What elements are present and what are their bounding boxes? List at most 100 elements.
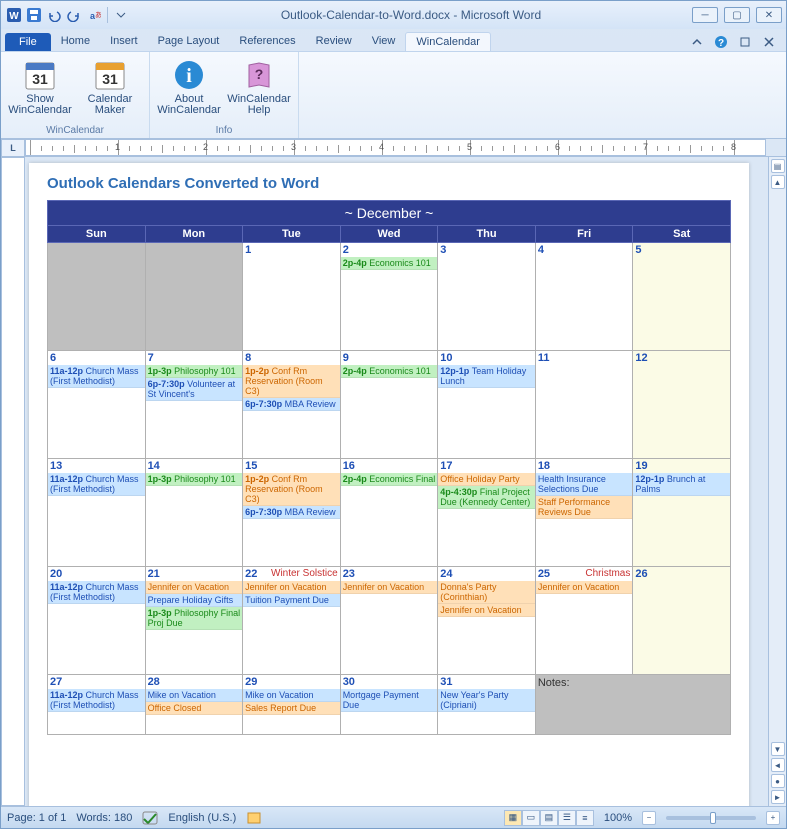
tab-home[interactable]: Home: [51, 32, 100, 51]
scroll-down-icon[interactable]: ▼: [771, 742, 785, 756]
browse-object-icon[interactable]: ●: [771, 774, 785, 788]
zoom-slider[interactable]: [666, 816, 756, 820]
calendar-cell[interactable]: [48, 243, 146, 351]
calendar-event[interactable]: Tuition Payment Due: [243, 594, 340, 607]
calendar-event[interactable]: Prepare Holiday Gifts: [146, 594, 243, 607]
calendar-event[interactable]: 11a-12p Church Mass (First Methodist): [48, 689, 145, 712]
calendar-event[interactable]: Donna's Party (Corinthian): [438, 581, 535, 604]
zoom-level[interactable]: 100%: [604, 812, 632, 824]
horizontal-ruler[interactable]: 12345678: [25, 139, 766, 156]
calendar-cell[interactable]: 21Jennifer on VacationPrepare Holiday Gi…: [145, 567, 243, 675]
calendar-event[interactable]: New Year's Party (Cipriani): [438, 689, 535, 712]
web-layout-view[interactable]: ▤: [540, 810, 558, 826]
close-button[interactable]: ✕: [756, 7, 782, 23]
calendar-cell[interactable]: 11: [535, 351, 633, 459]
calendar-event[interactable]: Jennifer on Vacation: [438, 604, 535, 617]
calendar-event[interactable]: 2p-4p Economics 101: [341, 257, 438, 270]
about-wincalendar-button[interactable]: i AboutWinCalendar: [158, 56, 220, 124]
proofing-icon[interactable]: [142, 811, 158, 825]
zoom-out-icon[interactable]: −: [642, 811, 656, 825]
calendar-event[interactable]: Mike on Vacation: [146, 689, 243, 702]
tab-review[interactable]: Review: [306, 32, 362, 51]
scroll-up-icon[interactable]: ▲: [771, 175, 785, 189]
redo-icon[interactable]: [65, 6, 83, 24]
tab-selector[interactable]: L: [1, 139, 25, 157]
calendar-event[interactable]: Jennifer on Vacation: [243, 581, 340, 594]
calendar-event[interactable]: 11a-12p Church Mass (First Methodist): [48, 473, 145, 496]
tab-references[interactable]: References: [229, 32, 305, 51]
outline-view[interactable]: ☰: [558, 810, 576, 826]
calendar-event[interactable]: 1p-2p Conf Rm Reservation (Room C3): [243, 473, 340, 506]
calendar-cell[interactable]: 611a-12p Church Mass (First Methodist): [48, 351, 146, 459]
calendar-cell[interactable]: 4: [535, 243, 633, 351]
language-icon[interactable]: aあ: [85, 6, 103, 24]
calendar-event[interactable]: 6p-7:30p MBA Review: [243, 506, 340, 519]
calendar-cell[interactable]: 81p-2p Conf Rm Reservation (Room C3)6p-7…: [243, 351, 341, 459]
calendar-event[interactable]: Jennifer on Vacation: [536, 581, 633, 594]
calendar-cell[interactable]: 71p-3p Philosophy 1016p-7:30p Volunteer …: [145, 351, 243, 459]
calendar-event[interactable]: Staff Performance Reviews Due: [536, 496, 633, 519]
calendar-cell[interactable]: 5: [633, 243, 731, 351]
calendar-cell[interactable]: 2711a-12p Church Mass (First Methodist): [48, 675, 146, 735]
show-wincalendar-button[interactable]: 31 ShowWinCalendar: [9, 56, 71, 124]
vertical-scrollbar[interactable]: ▤ ▲ ▼ ◄ ● ►: [768, 157, 786, 806]
file-tab[interactable]: File: [5, 33, 51, 51]
tab-insert[interactable]: Insert: [100, 32, 148, 51]
wincalendar-help-button[interactable]: ? WinCalendarHelp: [228, 56, 290, 124]
calendar-cell[interactable]: [145, 243, 243, 351]
calendar-cell[interactable]: 28Mike on VacationOffice Closed: [145, 675, 243, 735]
calendar-cell[interactable]: 1912p-1p Brunch at Palms: [633, 459, 731, 567]
calendar-cell[interactable]: 141p-3p Philosophy 101: [145, 459, 243, 567]
word-count[interactable]: Words: 180: [76, 812, 132, 824]
calendar-cell[interactable]: 22Winter SolsticeJennifer on VacationTui…: [243, 567, 341, 675]
calendar-event[interactable]: 1p-2p Conf Rm Reservation (Room C3): [243, 365, 340, 398]
calendar-cell[interactable]: 29Mike on VacationSales Report Due: [243, 675, 341, 735]
calendar-event[interactable]: 1p-3p Philosophy Final Proj Due: [146, 607, 243, 630]
maximize-button[interactable]: ▢: [724, 7, 750, 23]
tab-wincalendar[interactable]: WinCalendar: [405, 32, 491, 51]
insert-mode-icon[interactable]: [246, 811, 262, 825]
draft-view[interactable]: ≡: [576, 810, 594, 826]
calendar-event[interactable]: 2p-4p Economics 101: [341, 365, 438, 378]
tab-view[interactable]: View: [362, 32, 406, 51]
word-icon[interactable]: W: [5, 6, 23, 24]
calendar-cell[interactable]: 31New Year's Party (Cipriani): [438, 675, 536, 735]
calendar-cell[interactable]: 1: [243, 243, 341, 351]
calendar-event[interactable]: 2p-4p Economics Final: [341, 473, 438, 486]
calendar-event[interactable]: Jennifer on Vacation: [146, 581, 243, 594]
calendar-event[interactable]: Mortgage Payment Due: [341, 689, 438, 712]
document-page[interactable]: Outlook Calendars Converted to Word ~ De…: [29, 163, 749, 806]
notes-cell[interactable]: Notes:: [535, 675, 730, 735]
calendar-event[interactable]: 6p-7:30p MBA Review: [243, 398, 340, 411]
calendar-event[interactable]: Jennifer on Vacation: [341, 581, 438, 594]
calendar-cell[interactable]: 18Health Insurance Selections DueStaff P…: [535, 459, 633, 567]
calendar-cell[interactable]: 162p-4p Economics Final: [340, 459, 438, 567]
page-status[interactable]: Page: 1 of 1: [7, 812, 66, 824]
save-icon[interactable]: [25, 6, 43, 24]
calendar-maker-button[interactable]: 31 CalendarMaker: [79, 56, 141, 124]
ribbon-close-icon[interactable]: [760, 33, 778, 51]
calendar-event[interactable]: 11a-12p Church Mass (First Methodist): [48, 581, 145, 604]
calendar-cell[interactable]: 1012p-1p Team Holiday Lunch: [438, 351, 536, 459]
calendar-cell[interactable]: 22p-4p Economics 101: [340, 243, 438, 351]
calendar-cell[interactable]: 30Mortgage Payment Due: [340, 675, 438, 735]
calendar-event[interactable]: Mike on Vacation: [243, 689, 340, 702]
qat-customize-icon[interactable]: [112, 6, 130, 24]
calendar-event[interactable]: 1p-3p Philosophy 101: [146, 365, 243, 378]
help-icon[interactable]: ?: [712, 33, 730, 51]
ribbon-restore-icon[interactable]: [736, 33, 754, 51]
calendar-cell[interactable]: 24Donna's Party (Corinthian)Jennifer on …: [438, 567, 536, 675]
calendar-event[interactable]: 6p-7:30p Volunteer at St Vincent's: [146, 378, 243, 401]
calendar-cell[interactable]: 151p-2p Conf Rm Reservation (Room C3)6p-…: [243, 459, 341, 567]
undo-icon[interactable]: [45, 6, 63, 24]
calendar-cell[interactable]: 3: [438, 243, 536, 351]
next-page-icon[interactable]: ►: [771, 790, 785, 804]
calendar-cell[interactable]: 26: [633, 567, 731, 675]
minimize-button[interactable]: ─: [692, 7, 718, 23]
calendar-cell[interactable]: 12: [633, 351, 731, 459]
calendar-event[interactable]: 4p-4:30p Final Project Due (Kennedy Cent…: [438, 486, 535, 509]
ruler-toggle-icon[interactable]: ▤: [771, 159, 785, 173]
calendar-cell[interactable]: 92p-4p Economics 101: [340, 351, 438, 459]
calendar-cell[interactable]: 17Office Holiday Party4p-4:30p Final Pro…: [438, 459, 536, 567]
language-status[interactable]: English (U.S.): [168, 812, 236, 824]
